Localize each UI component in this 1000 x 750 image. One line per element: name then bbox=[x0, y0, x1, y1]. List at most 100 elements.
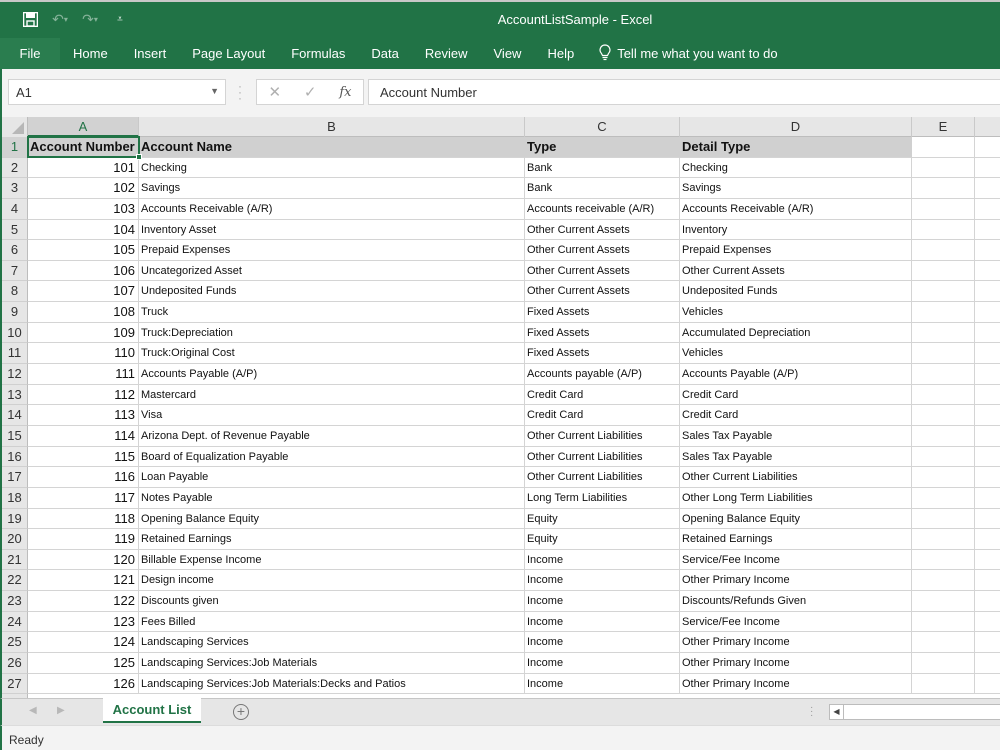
cell-detail-type[interactable]: Other Current Assets bbox=[680, 260, 912, 282]
cell-detail-type[interactable]: Other Primary Income bbox=[680, 632, 912, 653]
row-header[interactable]: 12 bbox=[2, 364, 28, 385]
row-header[interactable]: 27 bbox=[2, 673, 28, 695]
cell-account-number[interactable]: 126 bbox=[28, 673, 139, 695]
cell-type[interactable]: Other Current Liabilities bbox=[525, 467, 680, 488]
cell-account-name[interactable]: Mastercard bbox=[139, 384, 525, 406]
cell-detail-type[interactable]: Accounts Payable (A/P) bbox=[680, 364, 912, 385]
cell-type[interactable]: Income bbox=[525, 673, 680, 695]
row-header[interactable]: 1 bbox=[2, 137, 28, 158]
cell-f[interactable] bbox=[975, 178, 1000, 199]
cell-account-name[interactable]: Truck:Original Cost bbox=[139, 343, 525, 365]
cell-f[interactable] bbox=[975, 488, 1000, 509]
cell-type[interactable]: Other Current Assets bbox=[525, 219, 680, 241]
cell-type[interactable]: Other Current Liabilities bbox=[525, 446, 680, 468]
cell-f[interactable] bbox=[975, 343, 1000, 365]
cell-account-number[interactable]: 109 bbox=[28, 322, 139, 344]
cell-e[interactable] bbox=[912, 529, 975, 550]
cell-detail-type[interactable]: Sales Tax Payable bbox=[680, 425, 912, 447]
cell-detail-type[interactable]: Prepaid Expenses bbox=[680, 240, 912, 261]
tab-data[interactable]: Data bbox=[358, 38, 411, 69]
row-header[interactable]: 9 bbox=[2, 302, 28, 323]
cell-e[interactable] bbox=[912, 487, 975, 509]
cell-e[interactable] bbox=[912, 219, 975, 241]
row-header[interactable]: 11 bbox=[2, 343, 28, 365]
header-account-name[interactable]: Account Name bbox=[139, 137, 525, 158]
cell-e[interactable] bbox=[912, 508, 975, 530]
cell-account-name[interactable]: Landscaping Services:Job Materials:Decks… bbox=[139, 673, 525, 695]
tab-file[interactable]: File bbox=[0, 38, 60, 69]
row-header[interactable]: 17 bbox=[2, 467, 28, 488]
cell-detail-type[interactable]: Service/Fee Income bbox=[680, 611, 912, 633]
row-header[interactable]: 24 bbox=[2, 611, 28, 633]
cell-f[interactable] bbox=[975, 261, 1000, 282]
cell-detail-type[interactable]: Savings bbox=[680, 178, 912, 199]
cell-account-name[interactable]: Savings bbox=[139, 178, 525, 199]
add-sheet-icon[interactable]: + bbox=[233, 704, 249, 720]
header-detail-type[interactable]: Detail Type bbox=[680, 137, 912, 158]
tab-formulas[interactable]: Formulas bbox=[278, 38, 358, 69]
cell-type[interactable]: Income bbox=[525, 611, 680, 633]
cell-account-number[interactable]: 102 bbox=[28, 178, 139, 199]
cell-detail-type[interactable]: Inventory bbox=[680, 219, 912, 241]
cell-type[interactable]: Income bbox=[525, 653, 680, 674]
cell-f[interactable] bbox=[975, 570, 1000, 592]
column-header-a[interactable]: A bbox=[28, 117, 139, 137]
cell-account-name[interactable]: Opening Balance Equity bbox=[139, 508, 525, 530]
name-box[interactable]: A1 ▼ bbox=[8, 79, 226, 105]
cell-detail-type[interactable]: Service/Fee Income bbox=[680, 549, 912, 571]
tab-home[interactable]: Home bbox=[60, 38, 121, 69]
row-header[interactable]: 14 bbox=[2, 405, 28, 426]
cell-e[interactable] bbox=[912, 281, 975, 303]
cell-type[interactable]: Accounts receivable (A/R) bbox=[525, 198, 680, 220]
row-header[interactable]: 4 bbox=[2, 198, 28, 220]
chevron-down-icon[interactable]: ▼ bbox=[210, 86, 219, 96]
column-header-d[interactable]: D bbox=[680, 117, 912, 137]
cell-detail-type[interactable]: Other Primary Income bbox=[680, 673, 912, 695]
cell-e[interactable] bbox=[912, 364, 975, 385]
cell-e[interactable] bbox=[912, 591, 975, 612]
scroll-sheets-right-icon[interactable]: ▶ bbox=[57, 705, 65, 716]
cell-detail-type[interactable]: Discounts/Refunds Given bbox=[680, 591, 912, 612]
tab-help[interactable]: Help bbox=[534, 38, 587, 69]
cell-detail-type[interactable]: Vehicles bbox=[680, 343, 912, 365]
row-header[interactable]: 16 bbox=[2, 446, 28, 468]
cell-account-number[interactable]: 104 bbox=[28, 219, 139, 241]
cell-account-name[interactable]: Billable Expense Income bbox=[139, 549, 525, 571]
cell-detail-type[interactable]: Other Primary Income bbox=[680, 653, 912, 674]
cell-e[interactable] bbox=[912, 178, 975, 199]
cell-e[interactable] bbox=[912, 632, 975, 653]
cell-f[interactable] bbox=[975, 364, 1000, 385]
cell-detail-type[interactable]: Credit Card bbox=[680, 405, 912, 426]
cell-account-name[interactable]: Fees Billed bbox=[139, 611, 525, 633]
header-type[interactable]: Type bbox=[525, 137, 680, 158]
cell-account-number[interactable]: 112 bbox=[28, 384, 139, 406]
cell-detail-type[interactable]: Sales Tax Payable bbox=[680, 446, 912, 468]
cell-f[interactable] bbox=[975, 591, 1000, 612]
cell-e[interactable] bbox=[912, 446, 975, 468]
cell-e[interactable] bbox=[912, 673, 975, 695]
cell-account-name[interactable]: Retained Earnings bbox=[139, 529, 525, 550]
tab-split-grip-icon[interactable]: · · · bbox=[810, 703, 813, 721]
cell-f[interactable] bbox=[975, 447, 1000, 468]
row-header[interactable]: 3 bbox=[2, 178, 28, 199]
column-header-b[interactable]: B bbox=[139, 117, 525, 137]
cell-account-number[interactable]: 101 bbox=[28, 157, 139, 179]
cell-e[interactable] bbox=[912, 384, 975, 406]
cell-account-name[interactable]: Truck:Depreciation bbox=[139, 322, 525, 344]
cell-detail-type[interactable]: Checking bbox=[680, 157, 912, 179]
cell-detail-type[interactable]: Undeposited Funds bbox=[680, 281, 912, 303]
cell-account-name[interactable]: Landscaping Services:Job Materials bbox=[139, 653, 525, 674]
formula-bar-grip-icon[interactable]: · · · bbox=[238, 80, 242, 104]
cell-e[interactable] bbox=[912, 322, 975, 344]
cell-account-number[interactable]: 108 bbox=[28, 302, 139, 323]
column-header-c[interactable]: C bbox=[525, 117, 680, 137]
cell-account-number[interactable]: 124 bbox=[28, 632, 139, 653]
cell-type[interactable]: Equity bbox=[525, 529, 680, 550]
cell-type[interactable]: Bank bbox=[525, 157, 680, 179]
cell-f[interactable] bbox=[975, 240, 1000, 261]
enter-icon[interactable]: ✓ bbox=[304, 83, 317, 101]
cell-type[interactable]: Other Current Liabilities bbox=[525, 425, 680, 447]
cell-account-name[interactable]: Loan Payable bbox=[139, 467, 525, 488]
cell-type[interactable]: Bank bbox=[525, 178, 680, 199]
cell-type[interactable]: Credit Card bbox=[525, 384, 680, 406]
